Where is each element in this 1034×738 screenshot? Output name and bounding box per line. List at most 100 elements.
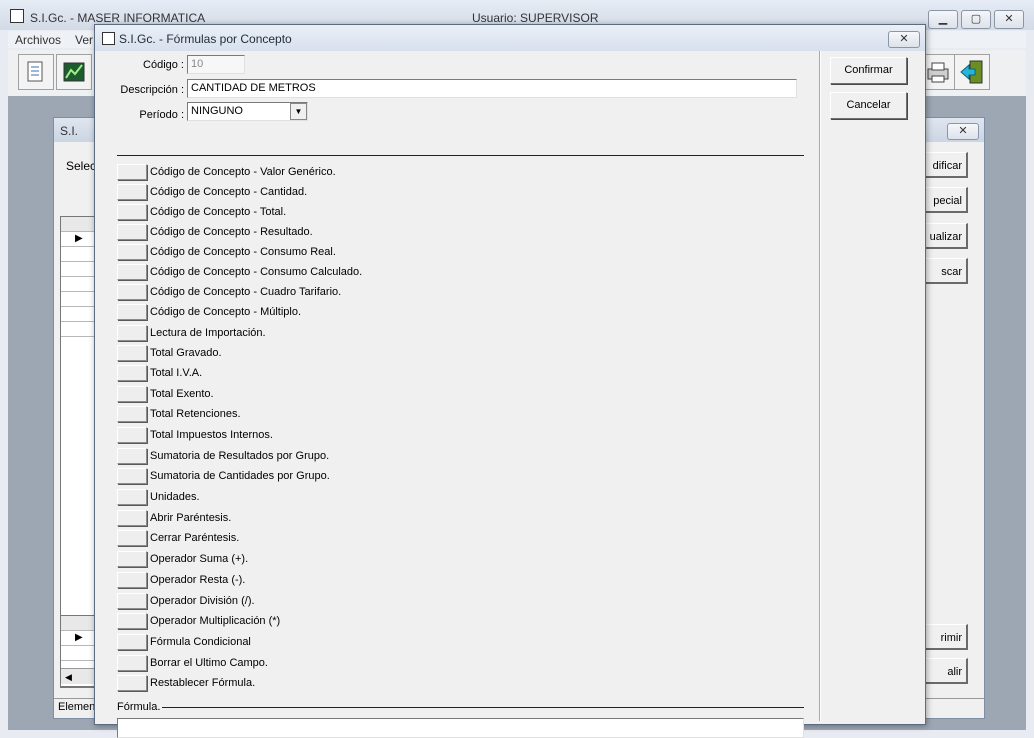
formula-label: Fórmula. — [117, 701, 163, 713]
option-label-total-retenciones: Total Retenciones. — [150, 408, 241, 420]
document-list-icon[interactable] — [18, 54, 54, 90]
option-button-total-iva[interactable] — [117, 365, 147, 381]
option-button-suma[interactable] — [117, 551, 147, 567]
table-row[interactable] — [61, 292, 97, 307]
option-button-sumatoria-cantidades[interactable] — [117, 468, 147, 484]
chevron-down-icon[interactable]: ▼ — [290, 103, 307, 120]
option-button-cuadro-tarifario[interactable] — [117, 284, 147, 300]
option-button-total-exento[interactable] — [117, 386, 147, 402]
option-button-multiplo[interactable] — [117, 304, 147, 320]
codigo-field[interactable]: 10 — [187, 55, 245, 74]
option-label-impuestos-internos: Total Impuestos Internos. — [150, 429, 273, 441]
minimize-button[interactable]: ▁ — [928, 10, 958, 29]
background-window-title: S.I. — [60, 124, 79, 138]
main-window-title: S.I.Gc. - MASER INFORMATICA — [30, 11, 206, 25]
option-button-consumo-real[interactable] — [117, 244, 147, 260]
table-row[interactable] — [61, 646, 97, 661]
descripcion-field[interactable]: CANTIDAD DE METROS — [187, 79, 797, 98]
dialog-actions: Confirmar Cancelar — [820, 51, 923, 721]
option-label-resultado: Código de Concepto - Resultado. — [150, 226, 313, 238]
dialog-title: S.I.Gc. - Fórmulas por Concepto — [119, 32, 292, 46]
table-row[interactable] — [61, 262, 97, 277]
option-label-valor-generico: Código de Concepto - Valor Genérico. — [150, 166, 336, 178]
separator-line — [117, 155, 804, 156]
exit-door-icon[interactable] — [954, 54, 990, 90]
option-button-cantidad[interactable] — [117, 184, 147, 200]
codigo-label: Código : — [143, 59, 184, 71]
option-label-cantidad: Código de Concepto - Cantidad. — [150, 186, 308, 198]
app-icon — [10, 9, 24, 23]
periodo-value: NINGUNO — [191, 105, 243, 117]
chart-icon[interactable] — [56, 54, 92, 90]
periodo-label: Período : — [139, 109, 184, 121]
option-label-total: Código de Concepto - Total. — [150, 206, 287, 218]
option-label-total-exento: Total Exento. — [150, 388, 214, 400]
menu-ver[interactable]: Ver — [75, 33, 93, 47]
option-label-suma: Operador Suma (+). — [150, 553, 249, 565]
option-button-sumatoria-resultados[interactable] — [117, 448, 147, 464]
table-row[interactable]: ▶ — [61, 232, 97, 247]
option-button-borrar-ultimo[interactable] — [117, 655, 147, 671]
option-button-resultado[interactable] — [117, 224, 147, 240]
table-row[interactable] — [61, 322, 97, 337]
option-label-restablecer: Restablecer Fórmula. — [150, 677, 256, 689]
table-row[interactable] — [61, 307, 97, 322]
option-label-sumatoria-resultados: Sumatoria de Resultados por Grupo. — [150, 450, 330, 462]
option-label-cuadro-tarifario: Código de Concepto - Cuadro Tarifario. — [150, 286, 342, 298]
formulas-dialog: S.I.Gc. - Fórmulas por Concepto ✕ Código… — [94, 24, 926, 738]
background-subgrid[interactable]: ▶ ◀ — [60, 615, 98, 687]
option-label-cerrar-parentesis: Cerrar Paréntesis. — [150, 532, 240, 544]
option-button-restablecer[interactable] — [117, 675, 147, 691]
option-label-sumatoria-cantidades: Sumatoria de Cantidades por Grupo. — [150, 470, 330, 482]
option-label-consumo-calculado: Código de Concepto - Consumo Calculado. — [150, 266, 363, 278]
option-label-unidades: Unidades. — [150, 491, 200, 503]
option-button-lectura-importacion[interactable] — [117, 325, 147, 341]
maximize-button[interactable]: ▢ — [961, 10, 991, 29]
status-text: Elemen — [58, 701, 96, 713]
user-label: Usuario: SUPERVISOR — [472, 11, 599, 25]
dialog-title-bar: S.I.Gc. - Fórmulas por Concepto ✕ — [95, 25, 925, 51]
option-button-unidades[interactable] — [117, 489, 147, 505]
formula-field[interactable] — [117, 718, 804, 738]
dialog-app-icon — [102, 32, 115, 45]
option-button-cerrar-parentesis[interactable] — [117, 530, 147, 546]
table-row[interactable] — [61, 277, 97, 292]
option-button-valor-generico[interactable] — [117, 164, 147, 180]
scroll-left-icon[interactable]: ◀ — [61, 668, 97, 684]
option-label-total-gravado: Total Gravado. — [150, 347, 222, 359]
grid-header — [61, 217, 97, 232]
subgrid-header — [61, 616, 97, 631]
option-label-multiplo: Código de Concepto - Múltiplo. — [150, 306, 302, 318]
option-button-consumo-calculado[interactable] — [117, 264, 147, 280]
option-label-lectura-importacion: Lectura de Importación. — [150, 327, 266, 339]
option-label-abrir-parentesis: Abrir Paréntesis. — [150, 512, 232, 524]
descripcion-label: Descripción : — [120, 84, 184, 96]
background-close-icon[interactable]: ✕ — [947, 123, 979, 140]
option-label-borrar-ultimo: Borrar el Ultimo Campo. — [150, 657, 268, 669]
option-button-resta[interactable] — [117, 572, 147, 588]
option-button-total[interactable] — [117, 204, 147, 220]
option-label-division: Operador División (/). — [150, 595, 255, 607]
dialog-form: Código : 10 Descripción : CANTIDAD DE ME… — [98, 51, 820, 738]
option-button-total-retenciones[interactable] — [117, 406, 147, 422]
menu-archivos[interactable]: Archivos — [15, 33, 61, 47]
close-button[interactable]: ✕ — [994, 10, 1024, 29]
option-button-formula-condicional[interactable] — [117, 634, 147, 650]
table-row[interactable]: ▶ — [61, 631, 97, 646]
option-label-multiplicacion: Operador Multiplicación (*) — [150, 615, 281, 627]
confirm-button[interactable]: Confirmar — [830, 57, 907, 84]
cancel-button[interactable]: Cancelar — [830, 92, 907, 119]
select-label: Selec — [66, 159, 97, 173]
option-label-formula-condicional: Fórmula Condicional — [150, 636, 251, 648]
option-label-consumo-real: Código de Concepto - Consumo Real. — [150, 246, 336, 258]
option-button-total-gravado[interactable] — [117, 345, 147, 361]
option-button-abrir-parentesis[interactable] — [117, 510, 147, 526]
option-label-total-iva: Total I.V.A. — [150, 367, 203, 379]
option-label-resta: Operador Resta (-). — [150, 574, 246, 586]
option-button-impuestos-internos[interactable] — [117, 427, 147, 443]
option-button-division[interactable] — [117, 593, 147, 609]
table-row[interactable] — [61, 247, 97, 262]
option-button-multiplicacion[interactable] — [117, 613, 147, 629]
dialog-close-icon[interactable]: ✕ — [888, 31, 920, 48]
formula-separator — [117, 707, 804, 708]
